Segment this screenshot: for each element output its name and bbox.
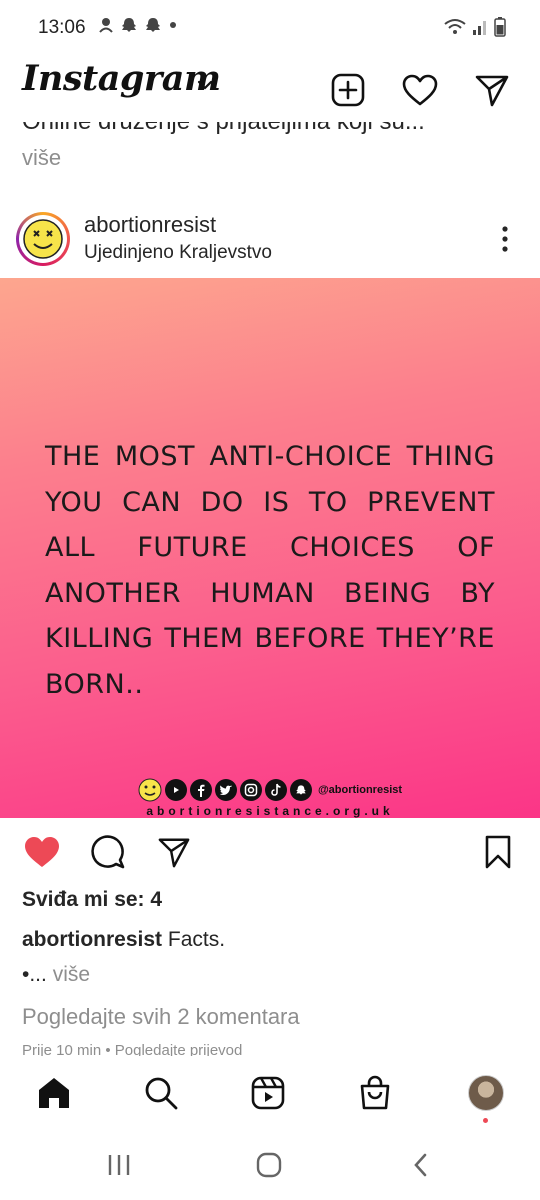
smiley-icon	[23, 219, 63, 259]
snapchat-icon	[146, 18, 160, 32]
footer-handle: @abortionresist	[317, 784, 403, 796]
likes-count[interactable]: Sviđa mi se: 4	[22, 888, 162, 912]
profile-avatar	[468, 1075, 504, 1111]
back-button[interactable]	[406, 1150, 436, 1180]
new-post-button[interactable]	[328, 70, 368, 110]
reels-icon	[251, 1076, 285, 1110]
previous-post-more-link[interactable]: više	[22, 145, 61, 171]
more-vertical-icon	[502, 226, 508, 252]
nav-search[interactable]	[140, 1072, 182, 1114]
post-meta: Prije 10 min • Pogledajte prijevod	[22, 1042, 522, 1056]
post-options-button[interactable]	[490, 224, 520, 254]
sync-icon	[99, 18, 113, 33]
caption-more-link[interactable]: više	[47, 963, 90, 986]
profile-notification-dot	[483, 1118, 488, 1123]
new-post-icon	[331, 73, 365, 107]
save-button[interactable]	[478, 832, 518, 872]
home-icon	[39, 1078, 69, 1108]
bookmark-icon	[485, 835, 511, 869]
wifi-icon	[444, 19, 466, 34]
dot-icon	[170, 22, 176, 28]
system-home-button[interactable]	[254, 1150, 284, 1180]
notifications-button[interactable]	[400, 70, 440, 110]
instagram-icon	[239, 779, 262, 801]
search-icon	[145, 1077, 178, 1110]
post-actions	[0, 828, 540, 876]
status-time: 13:06	[38, 17, 86, 38]
caption-text: Facts.	[162, 928, 226, 951]
status-system-icons	[444, 17, 506, 37]
post-image-text: The most anti-choice thing you can do is…	[45, 441, 495, 700]
app-header: Instagram	[0, 56, 540, 122]
back-icon	[414, 1153, 427, 1177]
youtube-icon	[164, 779, 187, 801]
bottom-nav	[0, 1058, 540, 1128]
caption-more-prefix: •...	[22, 963, 47, 986]
recents-icon	[108, 1155, 130, 1175]
tiktok-icon	[264, 779, 287, 801]
heart-filled-icon	[25, 837, 59, 867]
post-header: abortionresist Ujedinjeno Kraljevstvo	[0, 204, 540, 276]
shop-icon	[360, 1075, 390, 1110]
post-username[interactable]: abortionresist	[84, 212, 216, 238]
chevron-down-icon[interactable]	[196, 78, 214, 92]
previous-post-caption: Online druženje s prijateljima koji su..…	[22, 122, 522, 136]
caption-username[interactable]: abortionresist	[22, 928, 162, 951]
like-button[interactable]	[22, 832, 62, 872]
direct-messages-button[interactable]	[472, 70, 512, 110]
caption-more[interactable]: •... više	[22, 963, 90, 987]
nav-shop[interactable]	[354, 1072, 396, 1114]
signal-icon	[473, 21, 486, 35]
snapchat-icon	[289, 779, 312, 801]
status-notification-icons	[98, 16, 178, 34]
comment-button[interactable]	[88, 832, 128, 872]
heart-icon	[402, 74, 438, 106]
post-image[interactable]: The most anti-choice thing you can do is…	[0, 278, 540, 818]
facebook-icon	[189, 779, 212, 801]
post-image-footer: @abortionresist abortionresistance.org.u…	[0, 778, 540, 818]
post-meta-text[interactable]: Prije 10 min • Pogledajte prijevod	[22, 1042, 522, 1056]
recents-button[interactable]	[104, 1150, 134, 1180]
nav-home[interactable]	[33, 1072, 75, 1114]
direct-message-icon	[158, 838, 190, 868]
post-caption: abortionresist Facts.	[22, 928, 225, 952]
footer-url: abortionresistance.org.uk	[146, 804, 394, 818]
battery-icon	[494, 17, 506, 37]
share-button[interactable]	[154, 832, 194, 872]
snapchat-icon	[122, 18, 136, 32]
nav-reels[interactable]	[247, 1072, 289, 1114]
post-location[interactable]: Ujedinjeno Kraljevstvo	[84, 242, 272, 264]
nav-profile[interactable]	[465, 1072, 507, 1114]
status-bar: 13:06	[0, 0, 540, 56]
post-avatar[interactable]	[16, 212, 70, 266]
home-circle-icon	[256, 1152, 282, 1178]
system-nav-bar	[0, 1128, 540, 1200]
smiley-icon	[138, 778, 162, 802]
comment-icon	[91, 835, 125, 869]
footer-social-icons: @abortionresist	[0, 778, 540, 802]
direct-message-icon	[475, 75, 509, 107]
instagram-logo[interactable]: Instagram	[22, 58, 221, 99]
twitter-icon	[214, 779, 237, 801]
view-comments-link[interactable]: Pogledajte svih 2 komentara	[22, 1004, 300, 1030]
